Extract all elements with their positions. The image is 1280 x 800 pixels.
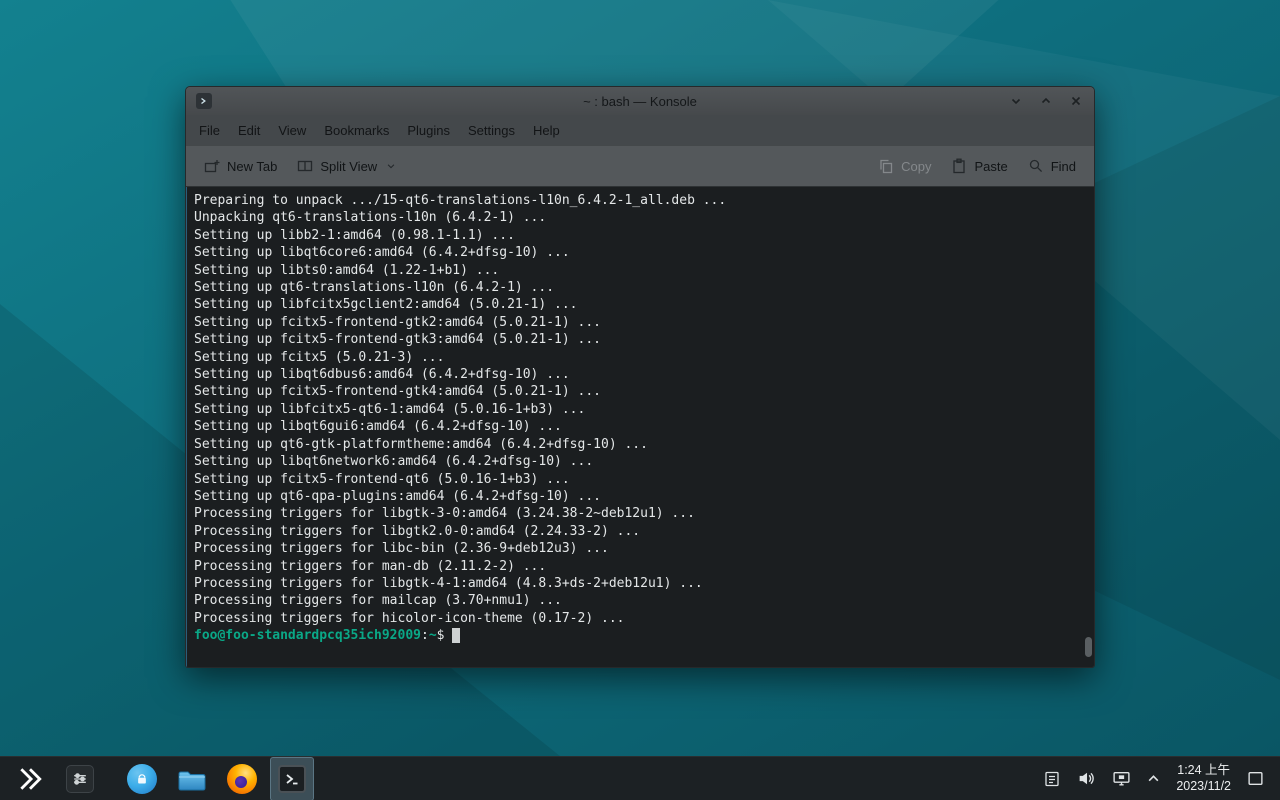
menu-item[interactable]: Edit <box>229 115 269 145</box>
tray-icon-display[interactable] <box>1112 769 1131 788</box>
terminal-output-line: Setting up libqt6core6:amd64 (6.4.2+dfsg… <box>194 244 1086 261</box>
terminal-output-line: Processing triggers for man-db (2.11.2-2… <box>194 558 1086 575</box>
taskbar-icon-discover[interactable] <box>120 757 164 800</box>
display-icon <box>1112 769 1131 788</box>
chevron-up-icon <box>1147 772 1160 785</box>
konsole-window: ~ : bash — Konsole File Edit View Bookma… <box>185 86 1095 668</box>
speaker-icon <box>1077 769 1096 788</box>
app-launcher-button[interactable] <box>8 757 52 800</box>
copy-icon <box>878 158 894 174</box>
copy-button: Copy <box>868 150 941 182</box>
maximize-icon[interactable] <box>1038 93 1054 109</box>
terminal-output-line: Processing triggers for libc-bin (2.36-9… <box>194 540 1086 557</box>
menu-item[interactable]: File <box>190 115 229 145</box>
terminal-display[interactable]: Preparing to unpack .../15-qt6-translati… <box>186 187 1094 667</box>
terminal-output-line: Processing triggers for mailcap (3.70+nm… <box>194 592 1086 609</box>
menu-item[interactable]: Help <box>524 115 569 145</box>
terminal-output-line: Setting up fcitx5-frontend-gtk2:amd64 (5… <box>194 314 1086 331</box>
search-icon <box>1028 158 1044 174</box>
clock-date: 2023/11/2 <box>1176 779 1231 795</box>
find-button[interactable]: Find <box>1018 150 1086 182</box>
sliders-icon <box>66 765 94 793</box>
konsole-terminal-icon <box>278 765 306 793</box>
paste-icon <box>951 158 967 174</box>
taskbar-icon-firefox[interactable] <box>220 757 264 800</box>
toolbar: New Tab Split View Copy Paste <box>186 145 1094 187</box>
split-view-icon <box>297 158 313 174</box>
menu-item[interactable]: Plugins <box>398 115 459 145</box>
terminal-output-line: Setting up libts0:amd64 (1.22-1+b1) ... <box>194 262 1086 279</box>
tray-icon-volume[interactable] <box>1077 769 1096 788</box>
terminal-output-line: Processing triggers for libgtk-4-1:amd64… <box>194 575 1086 592</box>
menu-item[interactable]: Settings <box>459 115 524 145</box>
terminal-output-line: Processing triggers for libgtk2.0-0:amd6… <box>194 523 1086 540</box>
discover-bag-icon <box>127 764 157 794</box>
folder-icon <box>177 766 207 792</box>
close-icon[interactable] <box>1068 93 1084 109</box>
terminal-output: Preparing to unpack .../15-qt6-translati… <box>194 192 1086 627</box>
terminal-output-line: Setting up libqt6gui6:amd64 (6.4.2+dfsg-… <box>194 418 1086 435</box>
terminal-output-line: Setting up qt6-qpa-plugins:amd64 (6.4.2+… <box>194 488 1086 505</box>
terminal-cursor <box>452 628 460 643</box>
prompt-separator: : <box>421 627 429 644</box>
terminal-output-line: Unpacking qt6-translations-l10n (6.4.2-1… <box>194 209 1086 226</box>
terminal-output-line: Preparing to unpack .../15-qt6-translati… <box>194 192 1086 209</box>
terminal-scrollbar[interactable] <box>1084 191 1092 663</box>
terminal-output-line: Setting up qt6-translations-l10n (6.4.2-… <box>194 279 1086 296</box>
terminal-output-line: Setting up libqt6network6:amd64 (6.4.2+d… <box>194 453 1086 470</box>
terminal-output-line: Setting up libfcitx5-qt6-1:amd64 (5.0.16… <box>194 401 1086 418</box>
konsole-app-icon <box>196 93 212 109</box>
menu-bar: File Edit View Bookmarks Plugins Setting… <box>186 115 1094 145</box>
chevron-down-icon <box>386 161 396 171</box>
taskbar-icon-files[interactable] <box>170 757 214 800</box>
clock-time: 1:24 上午 <box>1176 763 1231 779</box>
terminal-output-line: Setting up fcitx5-frontend-gtk3:amd64 (5… <box>194 331 1086 348</box>
terminal-output-line: Setting up qt6-gtk-platformtheme:amd64 (… <box>194 436 1086 453</box>
paste-button[interactable]: Paste <box>941 150 1017 182</box>
menu-item[interactable]: View <box>269 115 315 145</box>
show-desktop-icon <box>1247 770 1264 787</box>
tray-expand-button[interactable] <box>1147 772 1160 785</box>
terminal-output-line: Processing triggers for hicolor-icon-the… <box>194 610 1086 627</box>
prompt-symbol: $ <box>437 627 445 644</box>
terminal-output-line: Setting up fcitx5 (5.0.21-3) ... <box>194 349 1086 366</box>
prompt-user-host: foo@foo-standardpcq35ich92009 <box>194 627 421 644</box>
minimize-icon[interactable] <box>1008 93 1024 109</box>
firefox-icon <box>227 764 257 794</box>
shell-prompt: foo@foo-standardpcq35ich92009:~$ <box>194 627 1086 644</box>
terminal-output-line: Setting up fcitx5-frontend-qt6 (5.0.16-1… <box>194 471 1086 488</box>
split-view-button[interactable]: Split View <box>287 150 406 182</box>
prompt-path: ~ <box>429 627 437 644</box>
new-tab-icon <box>204 158 220 174</box>
system-tray: 1:24 上午 2023/11/2 <box>1043 763 1272 794</box>
terminal-output-line: Processing triggers for libgtk-3-0:amd64… <box>194 505 1086 522</box>
new-tab-button[interactable]: New Tab <box>194 150 287 182</box>
taskbar-icon-konsole-active[interactable] <box>270 757 314 800</box>
clock-widget[interactable]: 1:24 上午 2023/11/2 <box>1176 763 1231 794</box>
scrollbar-handle[interactable] <box>1085 637 1092 657</box>
terminal-output-line: Setting up libb2-1:amd64 (0.98.1-1.1) ..… <box>194 227 1086 244</box>
taskbar-panel: 1:24 上午 2023/11/2 <box>0 756 1280 800</box>
terminal-output-line: Setting up libqt6dbus6:amd64 (6.4.2+dfsg… <box>194 366 1086 383</box>
taskbar-icon-system[interactable] <box>58 757 102 800</box>
window-titlebar[interactable]: ~ : bash — Konsole <box>186 87 1094 115</box>
launcher-icon <box>17 766 43 792</box>
terminal-output-line: Setting up fcitx5-frontend-gtk4:amd64 (5… <box>194 383 1086 400</box>
show-desktop-button[interactable] <box>1247 770 1264 787</box>
notifications-icon <box>1043 770 1061 788</box>
menu-item[interactable]: Bookmarks <box>315 115 398 145</box>
window-title: ~ : bash — Konsole <box>186 94 1094 109</box>
tray-icon-notifications[interactable] <box>1043 770 1061 788</box>
terminal-output-line: Setting up libfcitx5gclient2:amd64 (5.0.… <box>194 296 1086 313</box>
